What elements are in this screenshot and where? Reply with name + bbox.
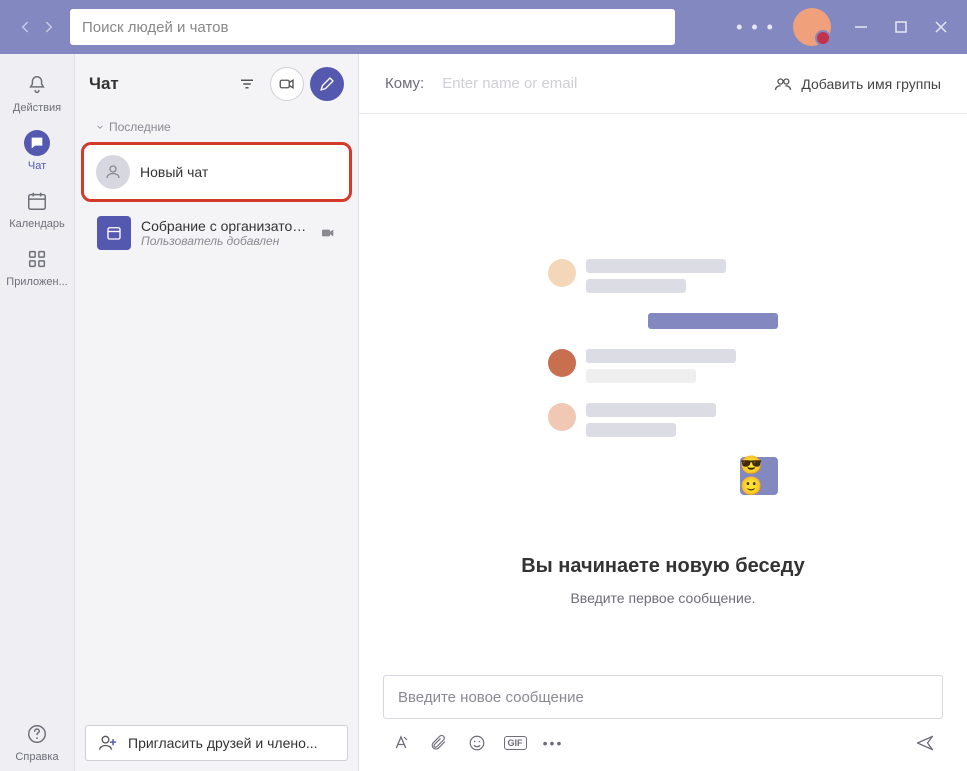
rail-apps-label: Приложен... [6,276,67,288]
calendar-icon [24,188,50,214]
composer-input[interactable] [398,689,928,706]
rail-help[interactable]: Справка [0,713,74,771]
video-icon [278,75,296,93]
gif-icon: GIF [504,736,527,750]
filter-icon [238,75,256,93]
user-avatar[interactable] [793,8,831,46]
empty-title: Вы начинаете новую беседу [521,555,805,578]
chat-item-new-chat[interactable]: Новый чат [81,142,352,202]
rail-chat[interactable]: Чат [0,122,74,180]
chat-item-subtitle: Пользователь добавлен [141,234,310,248]
emoji-button[interactable] [467,733,487,753]
format-button[interactable] [391,733,411,753]
apps-icon [24,246,50,272]
meet-now-button[interactable] [270,67,304,101]
video-icon [320,225,336,241]
emoji-icon [468,734,486,752]
maximize-button[interactable] [893,19,909,35]
section-recent-label: Последние [109,120,171,134]
search-box[interactable] [70,9,675,45]
nav-back-button[interactable] [16,18,34,36]
titlebar: • • • [0,0,967,54]
person-icon [96,155,130,189]
chat-item-title: Собрание с организатором ... [141,218,310,234]
main-header: Кому: Добавить имя группы [359,54,967,114]
chat-item-meeting[interactable]: Собрание с организатором ... Пользовател… [83,206,350,260]
chat-item-title: Новый чат [140,164,337,180]
empty-illustration: 😎 🙂 [548,259,778,509]
chat-icon [24,130,50,156]
minimize-button[interactable] [853,19,869,35]
rail-calendar-label: Календарь [9,218,65,230]
paperclip-icon [430,734,448,752]
chat-list-header: Чат [75,54,358,114]
chat-list-pane: Чат Последние Новый чат [75,54,359,771]
main-pane: Кому: Добавить имя группы [359,54,967,771]
composer[interactable] [383,675,943,719]
format-icon [392,734,410,752]
calendar-avatar-icon [97,216,131,250]
send-icon [915,732,935,754]
invite-button-label: Пригласить друзей и члено... [128,735,318,751]
section-recent[interactable]: Последние [75,114,358,140]
filter-button[interactable] [230,67,264,101]
compose-icon [318,75,336,93]
new-chat-button[interactable] [310,67,344,101]
composer-area: GIF ••• [359,675,967,771]
nav-arrows [16,18,58,36]
more-compose-button[interactable]: ••• [543,733,563,753]
titlebar-right: • • • [736,8,959,46]
attach-button[interactable] [429,733,449,753]
search-input[interactable] [82,19,663,36]
add-group-button[interactable]: Добавить имя группы [773,74,941,94]
chevron-down-icon [95,122,105,132]
help-icon [24,721,50,747]
window-controls [853,19,949,35]
gif-button[interactable]: GIF [505,733,525,753]
rail-activity-label: Действия [13,102,61,114]
empty-state: 😎 🙂 Вы начинаете новую беседу Введите пе… [359,114,967,675]
composer-toolbar: GIF ••• [383,733,943,753]
empty-subtitle: Введите первое сообщение. [570,590,755,606]
bell-icon [24,72,50,98]
nav-forward-button[interactable] [40,18,58,36]
rail-help-label: Справка [15,751,58,763]
close-button[interactable] [933,19,949,35]
rail-chat-label: Чат [28,160,46,172]
rail-apps[interactable]: Приложен... [0,238,74,296]
invite-button[interactable]: Пригласить друзей и члено... [85,725,348,761]
to-input[interactable] [442,75,773,92]
invite-icon [98,733,118,753]
rail-activity[interactable]: Действия [0,64,74,122]
group-icon [773,74,793,94]
add-group-label: Добавить имя группы [801,76,941,92]
to-label: Кому: [385,75,424,92]
send-button[interactable] [915,733,935,753]
more-options-button[interactable]: • • • [736,17,775,38]
app-rail: Действия Чат Календарь Приложен... Спра [0,54,75,771]
chat-list-title: Чат [89,74,224,94]
rail-calendar[interactable]: Календарь [0,180,74,238]
